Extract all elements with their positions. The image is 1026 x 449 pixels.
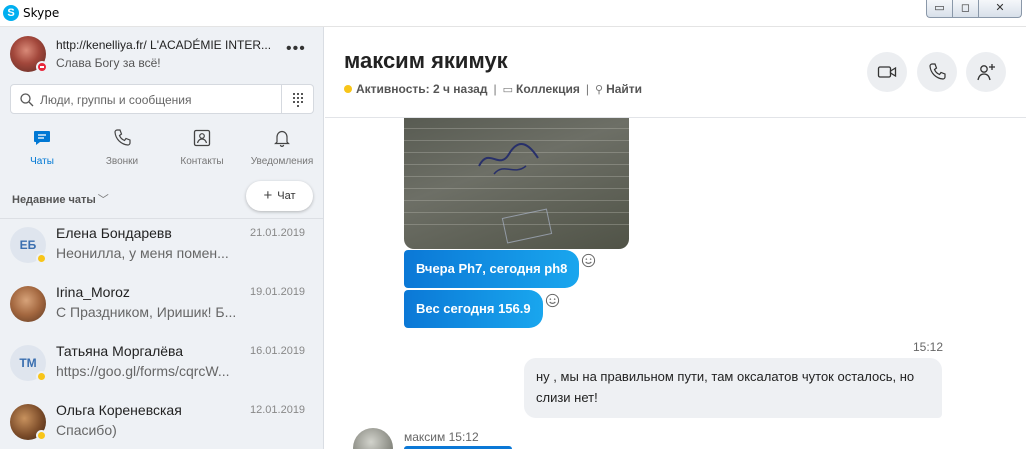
avatar: ЕБ: [10, 227, 47, 264]
phone-icon: [929, 63, 946, 80]
tab-chats[interactable]: Чаты: [2, 128, 82, 167]
phone-icon: [114, 129, 131, 146]
chat-date: 21.01.2019: [250, 227, 306, 239]
avatar: [10, 404, 47, 441]
avatar-initials: ТМ: [19, 356, 37, 370]
audio-call-button[interactable]: [917, 52, 957, 92]
chat-preview: С Праздником, Иришик! Б...: [56, 304, 237, 320]
tab-notifications[interactable]: Уведомления: [242, 128, 322, 167]
search-placeholder: Люди, группы и сообщения: [40, 93, 192, 107]
activity-status: Активность: 2 ч назад: [356, 82, 488, 96]
search-icon: ⚲: [595, 84, 604, 96]
sender-name-time: максим 15:12: [404, 430, 479, 444]
video-camera-icon: [877, 66, 897, 78]
dialpad-icon[interactable]: [282, 84, 314, 114]
chat-preview: Спасибо): [56, 422, 117, 438]
tab-calls[interactable]: Звонки: [82, 128, 162, 167]
new-chat-label: Чат: [277, 190, 296, 202]
more-options-icon[interactable]: •••: [286, 41, 306, 57]
chat-preview: https://goo.gl/forms/cqrcW...: [56, 363, 230, 379]
recent-chats-dropdown[interactable]: Недавние чаты ﹀: [12, 191, 109, 207]
new-chat-button[interactable]: + Чат: [246, 181, 313, 211]
video-call-button[interactable]: [867, 52, 907, 92]
chat-list-item[interactable]: Ольга Кореневская 12.01.2019 Спасибо): [0, 396, 323, 449]
add-reaction-icon[interactable]: [545, 293, 560, 308]
incoming-message-bubble[interactable]: Вчера Ph7, сегодня ph8: [404, 250, 580, 288]
search-input[interactable]: Люди, группы и сообщения: [10, 84, 282, 114]
away-status-icon: [36, 253, 47, 264]
chat-name: Татьяна Моргалёва: [56, 343, 184, 359]
tab-contacts-label: Контакты: [180, 156, 224, 167]
image-message[interactable]: [404, 118, 629, 249]
recent-chats-label: Недавние чаты: [12, 194, 96, 206]
chat-list-item[interactable]: Irina_Moroz 19.01.2019 С Праздником, Ири…: [0, 278, 323, 337]
contacts-icon: [193, 129, 211, 147]
message-timestamp: 15:12: [913, 340, 944, 354]
tab-chats-label: Чаты: [30, 156, 54, 167]
chat-date: 19.01.2019: [250, 286, 306, 298]
avatar-initials: ЕБ: [19, 238, 37, 252]
dnd-status-icon: [36, 61, 48, 73]
bell-icon: [274, 130, 290, 148]
add-reaction-icon[interactable]: [581, 253, 596, 268]
window-titlebar: S Skype ▭ ◻ ✕: [0, 0, 1026, 27]
sidebar: http://kenelliya.fr/ L'ACADÉMIE INTER...…: [0, 27, 324, 449]
separator: |: [493, 82, 497, 96]
maximize-button[interactable]: ◻: [952, 0, 978, 18]
avatar: [10, 286, 46, 322]
find-link[interactable]: Найти: [606, 82, 642, 96]
add-people-button[interactable]: [966, 52, 1006, 92]
away-status-icon: [36, 371, 47, 382]
separator: |: [585, 82, 590, 96]
skype-logo-icon: S: [3, 5, 19, 21]
avatar: ТМ: [10, 345, 47, 382]
close-button[interactable]: ✕: [978, 0, 1022, 18]
search-icon: [20, 93, 34, 107]
plus-icon: +: [263, 187, 273, 204]
tab-notifications-label: Уведомления: [250, 156, 314, 167]
conversation-pane: максим якимук Активность: 2 ч назад | ▭ Кол…: [325, 27, 1026, 449]
chat-icon: [34, 131, 50, 145]
gallery-icon: ▭: [502, 84, 513, 96]
window-controls: ▭ ◻ ✕: [926, 0, 1022, 18]
chevron-down-icon: ﹀: [97, 194, 109, 206]
chat-list-item[interactable]: ТМ Татьяна Моргалёва 16.01.2019 https://…: [0, 337, 323, 396]
profile-avatar[interactable]: [10, 36, 48, 73]
window-title: Skype: [23, 6, 60, 20]
chat-name: Елена Бондаревв: [56, 225, 172, 241]
away-status-icon: [344, 85, 352, 93]
incoming-message-bubble[interactable]: Вес сегодня 156.9: [404, 290, 543, 328]
outgoing-message-bubble[interactable]: ну , мы на правильном пути, там оксалато…: [524, 358, 942, 418]
handwriting-scribble: [478, 143, 539, 175]
gallery-link[interactable]: Коллекция: [516, 82, 580, 96]
sender-avatar[interactable]: [353, 428, 393, 449]
chat-date: 16.01.2019: [250, 345, 306, 357]
away-status-icon: [36, 430, 47, 441]
chat-list-item[interactable]: ЕБ Елена Бондаревв 21.01.2019 Неонилла, …: [0, 219, 323, 278]
document-stamp: [501, 208, 553, 244]
minimize-button[interactable]: ▭: [926, 0, 952, 18]
chat-preview: Неонилла, у меня помен...: [56, 245, 229, 261]
profile-name[interactable]: http://kenelliya.fr/ L'ACADÉMIE INTER...: [56, 38, 271, 52]
chat-name: Ольга Кореневская: [56, 402, 182, 418]
chat-date: 12.01.2019: [250, 404, 306, 416]
conversation-title[interactable]: максим якимук: [344, 48, 508, 74]
conversation-meta: Активность: 2 ч назад | ▭ Коллекция | ⚲ Найти: [344, 82, 642, 96]
add-person-icon: [977, 64, 995, 81]
tab-contacts[interactable]: Контакты: [162, 128, 242, 167]
profile-status-message[interactable]: Слава Богу за всё!: [56, 56, 161, 70]
tab-calls-label: Звонки: [105, 156, 139, 167]
chat-name: Irina_Moroz: [56, 284, 130, 300]
